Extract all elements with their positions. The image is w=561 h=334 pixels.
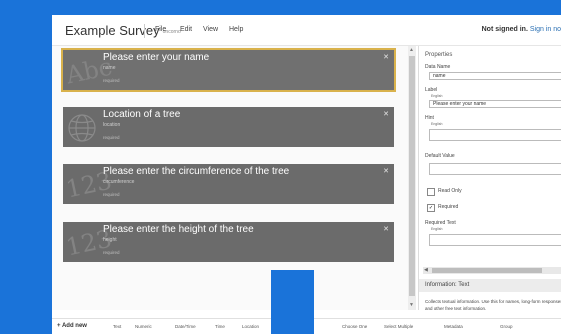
add-location-button[interactable]: Location <box>242 324 259 329</box>
drag-handle[interactable] <box>271 270 314 334</box>
menu-help[interactable]: Help <box>229 26 243 33</box>
hint-language: English <box>431 122 443 126</box>
question-card-name[interactable]: Abc Please enter your name name required… <box>61 48 396 92</box>
required-badge: required <box>103 78 120 83</box>
hint-label: Hint <box>425 115 434 121</box>
question-card-location[interactable]: Location of a tree location required ✕ <box>63 107 394 147</box>
delete-question-icon[interactable]: ✕ <box>383 53 389 61</box>
properties-title: Properties <box>425 52 453 58</box>
app-title-text: Example Survey <box>65 23 160 38</box>
delete-question-icon[interactable]: ✕ <box>383 110 389 118</box>
required-text-label: Required Text <box>425 220 456 226</box>
default-value-label: Default Value <box>425 153 455 159</box>
required-badge: required <box>103 192 120 197</box>
required-badge: required <box>103 250 120 255</box>
sign-in-status: Not signed in. Sign in no <box>482 26 561 33</box>
question-title: Please enter the height of the tree <box>103 224 254 235</box>
info-header: Information: Text <box>419 279 561 292</box>
workspace-scrollbar[interactable]: ▲ ▼ <box>408 46 416 310</box>
delete-question-icon[interactable]: ✕ <box>383 225 389 233</box>
add-time-button[interactable]: Time <box>215 324 225 329</box>
add-choose-one-button[interactable]: Choose One <box>342 324 367 329</box>
question-card-circumference[interactable]: 123 Please enter the circumference of th… <box>63 164 394 204</box>
hint-input[interactable] <box>429 129 561 141</box>
properties-hscrollbar[interactable]: ◀ <box>423 267 561 274</box>
label-language: English <box>431 94 443 98</box>
menu-edit[interactable]: Edit <box>180 26 192 33</box>
add-metadata-button[interactable]: Metadata <box>444 324 463 329</box>
required-badge: required <box>103 135 120 140</box>
add-numeric-button[interactable]: Numeric <box>135 324 152 329</box>
question-name: name <box>103 65 116 71</box>
add-text-button[interactable]: Text <box>113 324 121 329</box>
data-name-label: Data Name <box>425 64 451 70</box>
info-description: Collects textual information. Use this f… <box>425 299 561 311</box>
scroll-thumb[interactable] <box>409 56 415 296</box>
question-title: Location of a tree <box>103 109 181 120</box>
data-name-input[interactable]: name <box>429 72 561 80</box>
question-workspace: Abc Please enter your name name required… <box>52 46 408 310</box>
properties-panel: Properties Data Name name Label English … <box>418 46 561 311</box>
sign-in-link[interactable]: Sign in no <box>530 26 561 33</box>
required-label: Required <box>438 204 459 210</box>
delete-question-icon[interactable]: ✕ <box>383 167 389 175</box>
add-datetime-button[interactable]: Date/Time <box>175 324 196 329</box>
header: Example Survey oncorno File Edit View Hel… <box>52 15 561 46</box>
add-group-button[interactable]: Group <box>500 324 513 329</box>
read-only-checkbox[interactable] <box>427 188 435 196</box>
question-title: Please enter the circumference of the tr… <box>103 166 290 177</box>
menu-file[interactable]: File <box>155 26 166 33</box>
required-checkbox[interactable]: ✓ <box>427 204 435 212</box>
required-text-input[interactable] <box>429 234 561 246</box>
scroll-down-icon[interactable]: ▼ <box>409 302 414 308</box>
label-input[interactable]: Please enter your name <box>429 100 561 108</box>
label-label: Label <box>425 87 438 93</box>
properties-scroll-thumb[interactable] <box>432 268 542 273</box>
globe-icon <box>68 114 96 142</box>
scroll-up-icon[interactable]: ▲ <box>409 47 414 53</box>
question-name: height <box>103 237 117 243</box>
scroll-left-icon[interactable]: ◀ <box>424 267 428 273</box>
menu-view[interactable]: View <box>203 26 218 33</box>
info-title: Information: Text <box>425 282 470 288</box>
question-card-height[interactable]: 123 Please enter the height of the tree … <box>63 222 394 262</box>
default-value-input[interactable] <box>429 163 561 175</box>
add-new-button[interactable]: + Add new <box>57 323 87 329</box>
sign-in-status-text: Not signed in. <box>481 26 528 33</box>
header-divider <box>144 24 145 38</box>
question-name: circumference <box>103 179 135 185</box>
question-name: location <box>103 122 121 128</box>
read-only-label: Read Only <box>438 188 462 194</box>
question-title: Please enter your name <box>103 52 210 63</box>
required-text-language: English <box>431 227 443 231</box>
add-select-multiple-button[interactable]: Select Multiple <box>384 324 413 329</box>
